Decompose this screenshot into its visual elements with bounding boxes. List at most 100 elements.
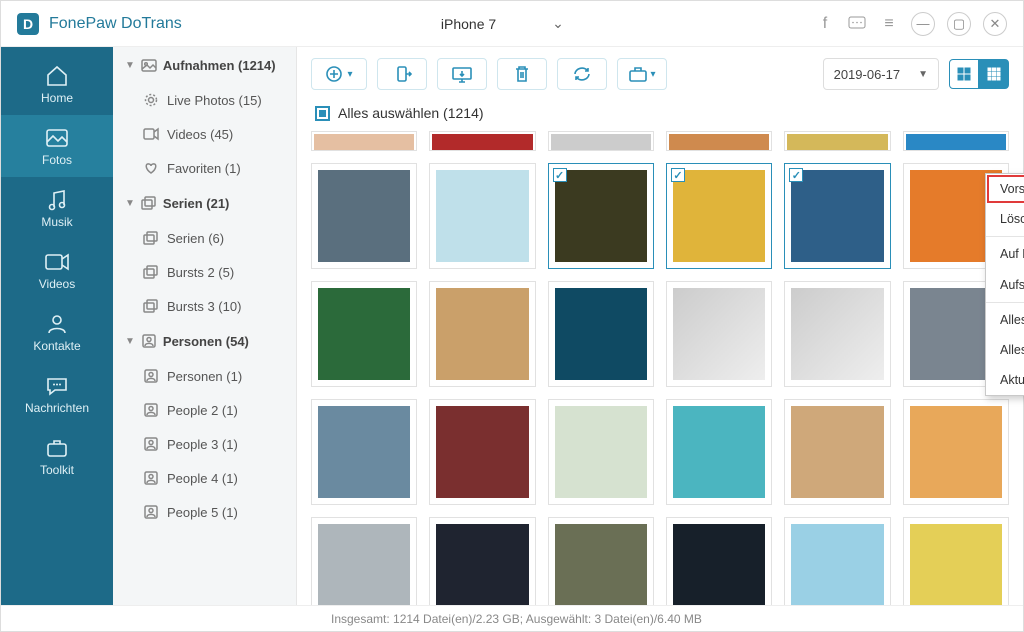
view-small-grid[interactable] <box>979 59 1009 89</box>
album-icon <box>141 195 157 211</box>
photo-thumb[interactable] <box>311 281 417 387</box>
select-all-row[interactable]: Alles auswählen (1214) <box>297 101 1023 129</box>
item-icon <box>143 436 159 452</box>
item-icon <box>143 298 159 314</box>
thumb-checkbox[interactable]: ✓ <box>671 168 685 182</box>
photo-thumb[interactable] <box>429 163 535 269</box>
thumb-checkbox[interactable]: ✓ <box>553 168 567 182</box>
ctx-deselect-all[interactable]: Alles abwählen <box>986 335 1024 365</box>
sidebar-item-home[interactable]: Home <box>1 53 113 115</box>
select-all-label: Alles auswählen (1214) <box>338 105 484 121</box>
sidebar-item-toolkit[interactable]: Toolkit <box>1 425 113 487</box>
messages-icon <box>44 375 70 397</box>
sidebar-item-label: Kontakte <box>33 339 80 353</box>
photo-thumb[interactable] <box>666 281 772 387</box>
tree-item[interactable]: Serien (6) <box>113 221 296 255</box>
toolkit-icon <box>44 437 70 459</box>
feedback-icon[interactable] <box>847 14 867 34</box>
tree-group[interactable]: ▼Serien (21) <box>113 185 296 221</box>
photo-thumb[interactable] <box>548 517 654 605</box>
photo-thumb[interactable]: ✓ <box>666 163 772 269</box>
toolbox-button[interactable]: ▾ <box>617 58 667 90</box>
tree-item[interactable]: People 5 (1) <box>113 495 296 529</box>
item-icon <box>143 230 159 246</box>
tree-item[interactable]: People 4 (1) <box>113 461 296 495</box>
device-selector[interactable]: iPhone 7 ⌄ <box>433 15 564 32</box>
close-button[interactable]: ✕ <box>983 12 1007 36</box>
add-button[interactable]: ▾ <box>311 58 367 90</box>
tree-item[interactable]: Personen (1) <box>113 359 296 393</box>
sidebar-item-musik[interactable]: Musik <box>1 177 113 239</box>
photo-thumb[interactable] <box>429 517 535 605</box>
photo-thumb[interactable] <box>666 131 772 151</box>
ctx-select-all[interactable]: Alles auswählen <box>986 305 1024 335</box>
menu-icon[interactable]: ≡ <box>879 14 899 34</box>
album-tree: ▼Aufnahmen (1214)Live Photos (15)Videos … <box>113 47 297 605</box>
tree-item[interactable]: Videos (45) <box>113 117 296 151</box>
photo-thumb[interactable] <box>666 517 772 605</box>
ctx-refresh[interactable]: Aktualisieren <box>986 365 1024 395</box>
ctx-preview[interactable]: Vorschau <box>986 174 1024 204</box>
tree-item[interactable]: People 2 (1) <box>113 393 296 427</box>
ctx-delete[interactable]: Löschen <box>986 204 1024 234</box>
thumb-checkbox[interactable]: ✓ <box>789 168 803 182</box>
refresh-button[interactable] <box>557 58 607 90</box>
photo-thumb[interactable]: ✓ <box>784 163 890 269</box>
photo-thumb[interactable] <box>311 399 417 505</box>
device-name: iPhone 7 <box>441 16 496 32</box>
item-icon <box>143 92 159 108</box>
facebook-icon[interactable]: f <box>815 14 835 34</box>
photo-thumb[interactable] <box>311 163 417 269</box>
tree-item[interactable]: People 3 (1) <box>113 427 296 461</box>
photo-thumb[interactable] <box>429 399 535 505</box>
chevron-down-icon: ⌄ <box>552 15 564 32</box>
album-icon <box>141 57 157 73</box>
photo-thumb[interactable] <box>548 399 654 505</box>
photo-thumb[interactable] <box>903 399 1009 505</box>
sidebar-item-label: Nachrichten <box>25 401 89 415</box>
view-large-grid[interactable] <box>949 59 979 89</box>
photo-thumb[interactable] <box>666 399 772 505</box>
to-device-button[interactable] <box>377 58 427 90</box>
sidebar-item-kontakte[interactable]: Kontakte <box>1 301 113 363</box>
photo-thumb[interactable] <box>903 131 1009 151</box>
chevron-down-icon: ▾ <box>347 69 352 80</box>
photo-thumb[interactable] <box>784 399 890 505</box>
minimize-button[interactable]: — <box>911 12 935 36</box>
delete-button[interactable] <box>497 58 547 90</box>
sidebar-item-fotos[interactable]: Fotos <box>1 115 113 177</box>
item-icon <box>143 470 159 486</box>
photo-thumb[interactable] <box>429 131 535 151</box>
select-all-checkbox[interactable] <box>315 106 330 121</box>
photo-grid-scroll[interactable]: ✓ ✓ ✓ <box>297 129 1023 605</box>
photo-thumb[interactable] <box>429 281 535 387</box>
ctx-export-pc[interactable]: Auf PC exportieren <box>986 239 1024 269</box>
app-name: FonePaw DoTrans <box>49 15 182 33</box>
tree-group[interactable]: ▼Aufnahmen (1214) <box>113 47 296 83</box>
photo-thumb[interactable] <box>784 281 890 387</box>
photo-thumb[interactable] <box>784 517 890 605</box>
tree-item[interactable]: Bursts 2 (5) <box>113 255 296 289</box>
photo-thumb[interactable] <box>311 131 417 151</box>
maximize-button[interactable]: ▢ <box>947 12 971 36</box>
photo-thumb[interactable] <box>903 517 1009 605</box>
photo-thumb[interactable] <box>784 131 890 151</box>
caret-down-icon: ▼ <box>125 60 135 71</box>
photos-icon <box>44 127 70 149</box>
photo-thumb[interactable] <box>548 281 654 387</box>
sidebar-item-videos[interactable]: Videos <box>1 239 113 301</box>
photo-thumb[interactable] <box>311 517 417 605</box>
tree-item[interactable]: Favoriten (1) <box>113 151 296 185</box>
sidebar-item-label: Videos <box>39 277 75 291</box>
tree-item[interactable]: Bursts 3 (10) <box>113 289 296 323</box>
tree-item[interactable]: Live Photos (15) <box>113 83 296 117</box>
sidebar-item-nachrichten[interactable]: Nachrichten <box>1 363 113 425</box>
ctx-transfer-device[interactable]: Aufs Gerät übertragen▸ <box>986 269 1024 300</box>
statusbar: Insgesamt: 1214 Datei(en)/2.23 GB; Ausge… <box>1 605 1023 631</box>
tree-group[interactable]: ▼Personen (54) <box>113 323 296 359</box>
titlebar: D FonePaw DoTrans iPhone 7 ⌄ f ≡ — ▢ ✕ <box>1 1 1023 47</box>
to-pc-button[interactable] <box>437 58 487 90</box>
date-filter[interactable]: 2019-06-17▼ <box>823 58 939 90</box>
photo-thumb[interactable] <box>548 131 654 151</box>
photo-thumb[interactable]: ✓ <box>548 163 654 269</box>
